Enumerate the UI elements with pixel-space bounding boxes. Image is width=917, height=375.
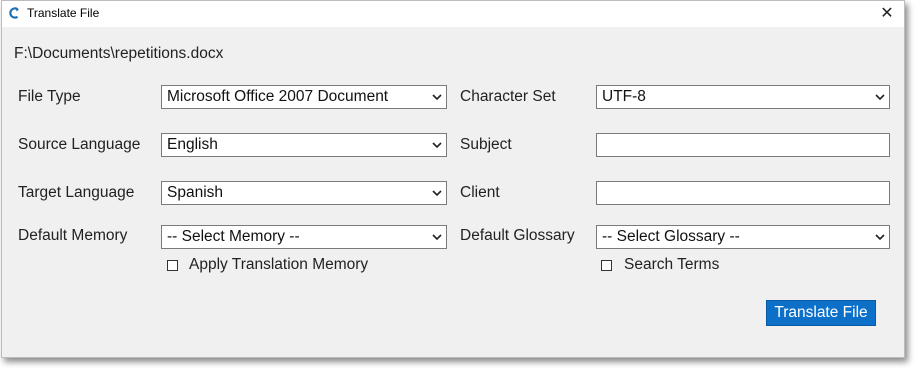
character-set-value: UTF-8 xyxy=(602,88,646,105)
search-terms-checkbox[interactable] xyxy=(601,260,612,271)
default-glossary-label: Default Glossary xyxy=(460,227,575,244)
chevron-down-icon xyxy=(875,234,885,241)
target-language-value: Spanish xyxy=(167,184,224,201)
source-language-value: English xyxy=(167,136,218,153)
chevron-down-icon xyxy=(432,94,442,101)
subject-label: Subject xyxy=(460,136,512,153)
close-icon[interactable]: ✕ xyxy=(876,3,898,25)
character-set-select[interactable]: UTF-8 xyxy=(596,85,890,109)
apply-translation-memory-checkbox[interactable] xyxy=(167,260,178,271)
app-logo-icon xyxy=(9,7,19,19)
source-language-select[interactable]: English xyxy=(161,133,447,157)
client-label: Client xyxy=(460,184,500,201)
target-language-select[interactable]: Spanish xyxy=(161,181,447,205)
source-language-label: Source Language xyxy=(18,136,141,153)
client-input[interactable] xyxy=(596,181,890,205)
window-title: Translate File xyxy=(27,6,100,20)
target-language-label: Target Language xyxy=(18,184,135,201)
default-memory-label: Default Memory xyxy=(18,227,128,244)
chevron-down-icon xyxy=(432,234,442,241)
default-memory-value: -- Select Memory -- xyxy=(167,228,300,245)
default-glossary-select[interactable]: -- Select Glossary -- xyxy=(596,225,890,249)
chevron-down-icon xyxy=(432,142,442,149)
default-memory-select[interactable]: -- Select Memory -- xyxy=(161,225,447,249)
title-bar: Translate File ✕ xyxy=(2,1,904,27)
file-type-value: Microsoft Office 2007 Document xyxy=(167,88,389,105)
default-glossary-value: -- Select Glossary -- xyxy=(602,228,740,245)
search-terms-label[interactable]: Search Terms xyxy=(624,256,719,274)
file-type-select[interactable]: Microsoft Office 2007 Document xyxy=(161,85,447,109)
character-set-label: Character Set xyxy=(460,88,556,105)
apply-translation-memory-label[interactable]: Apply Translation Memory xyxy=(189,256,368,274)
chevron-down-icon xyxy=(875,94,885,101)
file-type-label: File Type xyxy=(18,88,81,105)
subject-input[interactable] xyxy=(596,133,890,157)
chevron-down-icon xyxy=(432,190,442,197)
translate-file-dialog: Translate File ✕ F:\Documents\repetition… xyxy=(1,0,905,358)
file-path: F:\Documents\repetitions.docx xyxy=(14,45,224,62)
translate-file-button[interactable]: Translate File xyxy=(766,300,876,326)
